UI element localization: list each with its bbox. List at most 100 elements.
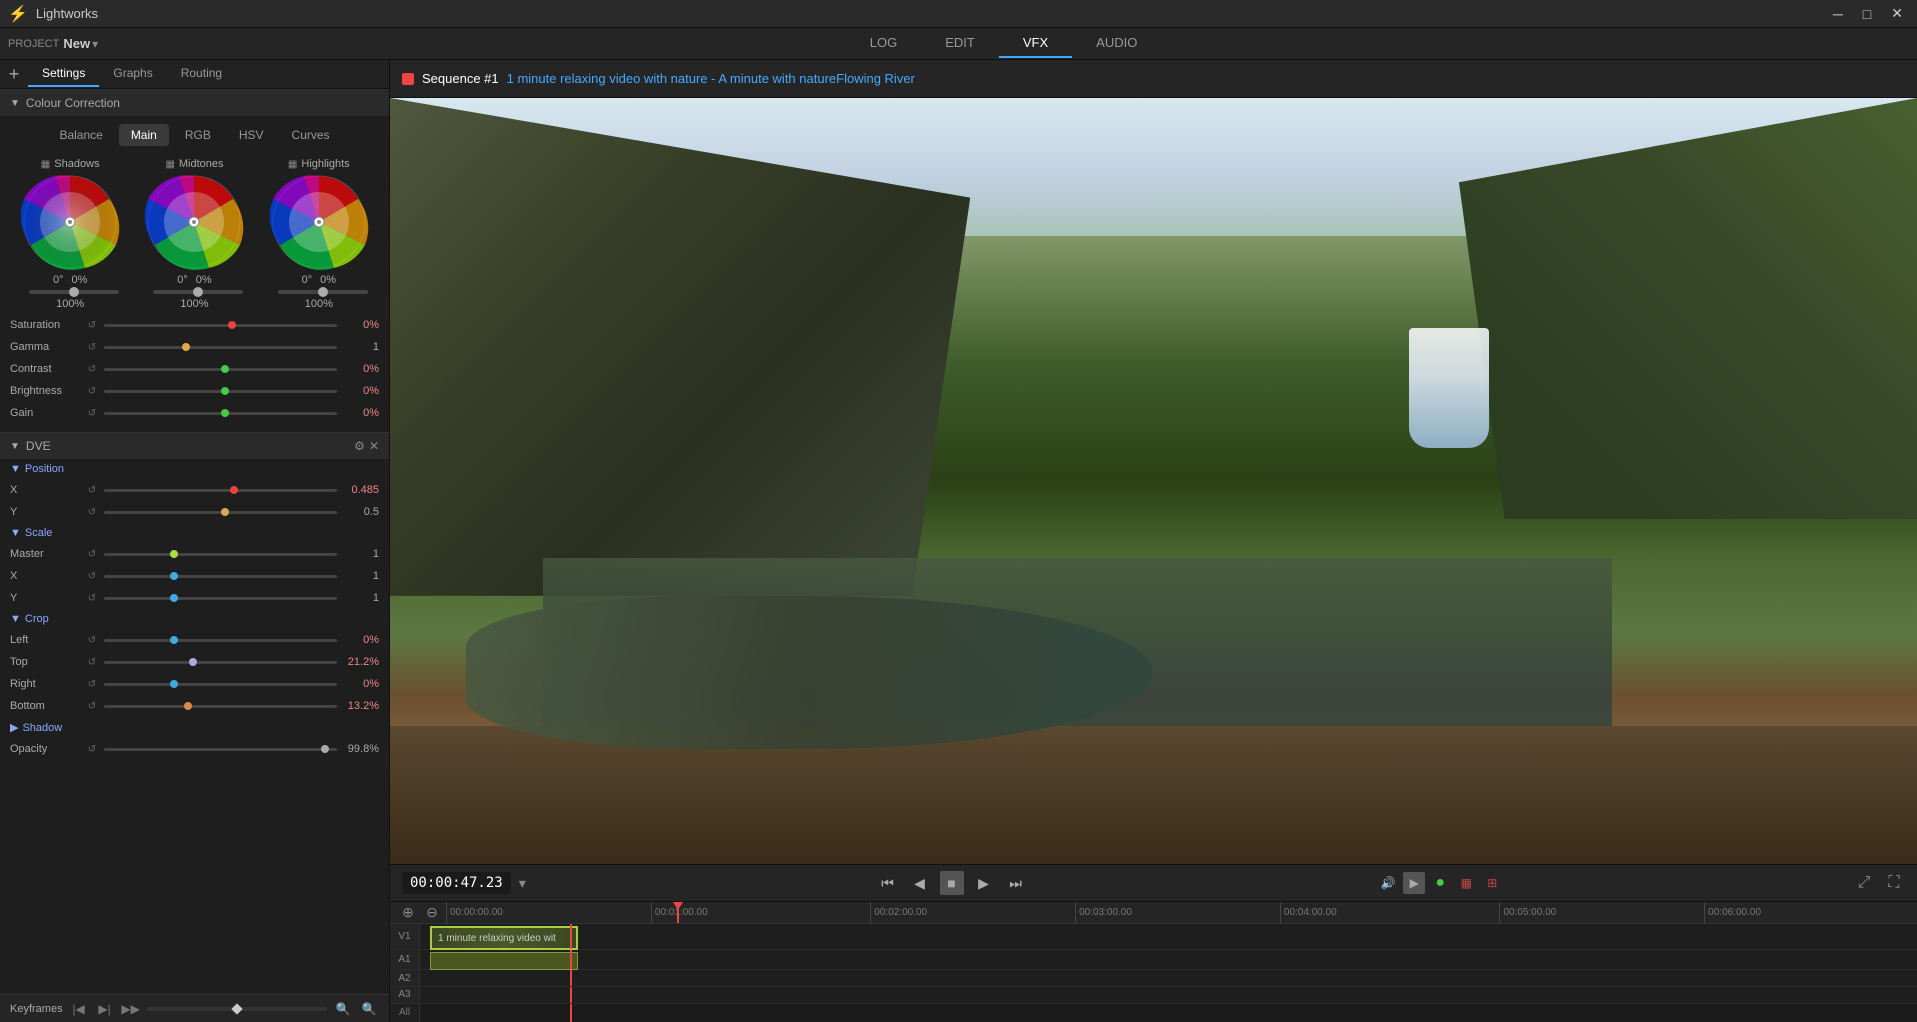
brightness-reset-button[interactable]: ↺ <box>84 383 100 399</box>
video-clip[interactable]: 1 minute relaxing video wit <box>430 926 578 950</box>
scale-header[interactable]: ▼ Scale <box>10 523 379 543</box>
position-y-slider[interactable] <box>104 511 337 514</box>
stop-button[interactable]: ■ <box>940 871 964 895</box>
brightness-slider[interactable] <box>104 390 337 393</box>
cc-tab-hsv[interactable]: HSV <box>227 124 276 146</box>
crop-header[interactable]: ▼ Crop <box>10 609 379 629</box>
gamma-reset-button[interactable]: ↺ <box>84 339 100 355</box>
crop-right-slider[interactable] <box>104 683 337 686</box>
project-name[interactable]: New <box>63 36 90 51</box>
crop-bottom-slider[interactable] <box>104 705 337 708</box>
midtones-master-slider[interactable] <box>153 290 243 294</box>
kf-prev-button[interactable]: |◀ <box>69 999 89 1019</box>
video-icon[interactable]: ▶ <box>1403 872 1425 894</box>
highlights-master-slider[interactable] <box>278 290 368 294</box>
crop-right-reset-button[interactable]: ↺ <box>84 676 100 692</box>
prev-frame-button[interactable]: ◀ <box>908 871 932 895</box>
tab-edit[interactable]: EDIT <box>921 29 999 58</box>
panel-tab-settings[interactable]: Settings <box>28 61 99 87</box>
scale-x-reset-button[interactable]: ↺ <box>84 568 100 584</box>
scale-master-reset-button[interactable]: ↺ <box>84 546 100 562</box>
track-a2: A2 <box>390 970 1917 987</box>
gain-slider[interactable] <box>104 412 337 415</box>
minimize-button[interactable]: ─ <box>1827 3 1849 24</box>
zoom-out-button[interactable]: ⊖ <box>422 903 442 923</box>
scale-y-slider[interactable] <box>104 597 337 600</box>
skip-to-end-button[interactable]: ⏭ <box>1004 871 1028 895</box>
zoom-in-button[interactable]: ⊕ <box>398 903 418 923</box>
layout-icon[interactable]: ⊞ <box>1481 872 1503 894</box>
kf-add-button[interactable]: ▶▶ <box>121 999 141 1019</box>
green-dot-icon[interactable]: ● <box>1429 872 1451 894</box>
position-x-reset-button[interactable]: ↺ <box>84 482 100 498</box>
scale-y-reset-button[interactable]: ↺ <box>84 590 100 606</box>
dve-settings-icon[interactable]: ⚙ <box>354 439 365 453</box>
tab-log[interactable]: LOG <box>846 29 921 58</box>
kf-zoom-in-button[interactable]: 🔍 <box>333 999 353 1019</box>
midtones-wheel[interactable] <box>144 172 244 272</box>
panel-tab-routing[interactable]: Routing <box>167 61 236 87</box>
highlights-wheel[interactable] <box>269 172 369 272</box>
tab-vfx[interactable]: VFX <box>999 29 1072 58</box>
fullscreen-icon[interactable]: ⛶ <box>1883 872 1905 894</box>
crop-left-slider[interactable] <box>104 639 337 642</box>
scale-label: Scale <box>25 527 53 539</box>
gamma-slider[interactable] <box>104 346 337 349</box>
crop-bottom-reset-button[interactable]: ↺ <box>84 698 100 714</box>
dve-chevron-icon: ▼ <box>10 441 20 452</box>
panel-tab-graphs[interactable]: Graphs <box>99 61 166 87</box>
dve-header[interactable]: ▼ DVE ⚙ ✕ <box>0 432 389 459</box>
grid-icon[interactable]: ▦ <box>1455 872 1477 894</box>
menubar: PROJECT New ▾ LOG EDIT VFX AUDIO <box>0 28 1917 60</box>
skip-to-start-button[interactable]: ⏮ <box>876 871 900 895</box>
opacity-slider[interactable] <box>104 748 337 751</box>
contrast-slider[interactable] <box>104 368 337 371</box>
colour-correction-header[interactable]: ▼ Colour Correction <box>0 89 389 116</box>
gain-reset-button[interactable]: ↺ <box>84 405 100 421</box>
position-header[interactable]: ▼ Position <box>10 459 379 479</box>
add-effect-button[interactable]: + <box>0 60 28 88</box>
position-x-slider[interactable] <box>104 489 337 492</box>
highlights-label: ▦ Highlights <box>288 158 350 170</box>
tab-audio[interactable]: AUDIO <box>1072 29 1161 58</box>
ruler-mark-3: 00:03:00.00 <box>1075 902 1132 923</box>
track-a1-content <box>420 950 1917 969</box>
contrast-reset-button[interactable]: ↺ <box>84 361 100 377</box>
opacity-value: 99.8% <box>341 743 379 755</box>
cc-tab-balance[interactable]: Balance <box>47 124 114 146</box>
position-y-reset-button[interactable]: ↺ <box>84 504 100 520</box>
close-button[interactable]: ✕ <box>1885 3 1909 24</box>
dve-close-icon[interactable]: ✕ <box>369 439 379 453</box>
track-v1-label: V1 <box>390 924 420 949</box>
saturation-reset-button[interactable]: ↺ <box>84 317 100 333</box>
saturation-slider[interactable] <box>104 324 337 327</box>
cc-tab-curves[interactable]: Curves <box>280 124 342 146</box>
shadows-wheel[interactable] <box>20 172 120 272</box>
keyframes-label: Keyframes <box>10 1003 63 1015</box>
cc-tab-rgb[interactable]: RGB <box>173 124 223 146</box>
maximize-button[interactable]: □ <box>1857 3 1877 24</box>
crop-top-slider[interactable] <box>104 661 337 664</box>
left-panel: + Settings Graphs Routing ▼ Colour Corre… <box>0 60 390 1022</box>
audio-clip-1[interactable] <box>430 952 578 970</box>
scale-master-slider[interactable] <box>104 553 337 556</box>
opacity-reset-button[interactable]: ↺ <box>84 741 100 757</box>
play-button[interactable]: ▶ <box>972 871 996 895</box>
kf-next-button[interactable]: ▶| <box>95 999 115 1019</box>
kf-zoom-out-button[interactable]: 🔍 <box>359 999 379 1019</box>
timecode-dropdown-icon[interactable]: ▾ <box>519 875 526 892</box>
crop-left-reset-button[interactable]: ↺ <box>84 632 100 648</box>
crop-top-reset-button[interactable]: ↺ <box>84 654 100 670</box>
crop-chevron-icon: ▼ <box>10 613 21 625</box>
shadow-header[interactable]: ▶ Shadow <box>10 717 379 738</box>
audio-icon[interactable]: 🔊 <box>1377 872 1399 894</box>
ground-layer <box>390 726 1917 864</box>
shadows-master-slider[interactable] <box>29 290 119 294</box>
scale-x-slider[interactable] <box>104 575 337 578</box>
expand-icon[interactable]: ⤢ <box>1853 872 1875 894</box>
cc-tab-main[interactable]: Main <box>119 124 169 146</box>
project-dropdown-icon[interactable]: ▾ <box>92 37 98 51</box>
sequence-title: 1 minute relaxing video with nature - A … <box>507 71 915 86</box>
nav-tabs: LOG EDIT VFX AUDIO <box>846 29 1162 58</box>
ruler-mark-4: 00:04:00.00 <box>1280 902 1337 923</box>
